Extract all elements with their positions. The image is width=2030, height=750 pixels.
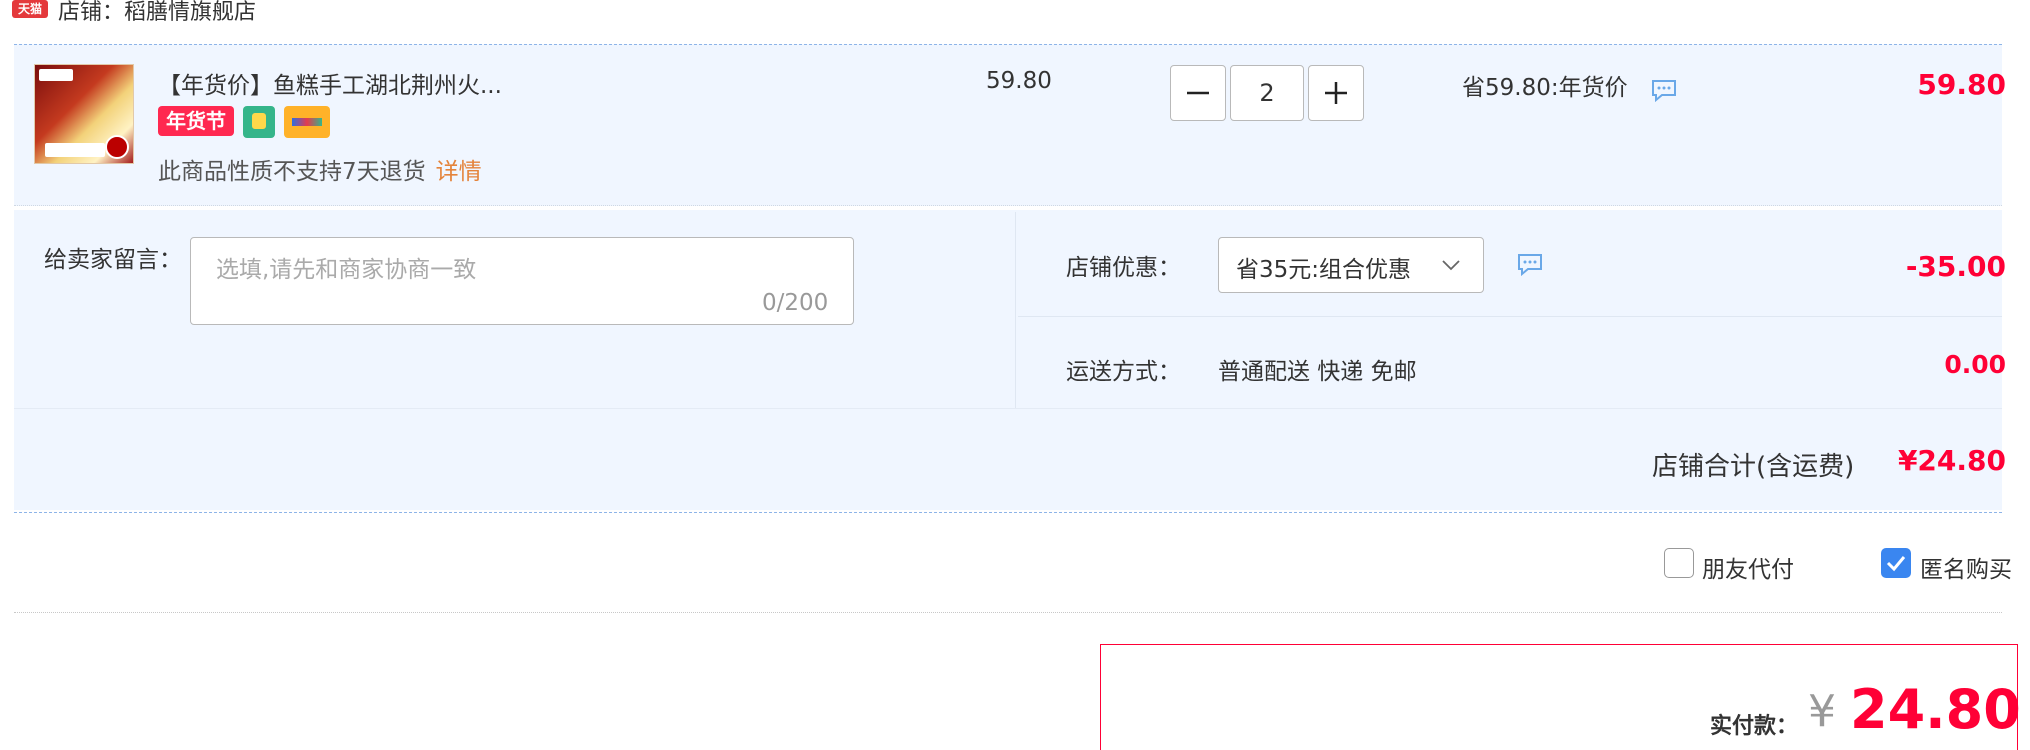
unit-price: 59.80 — [986, 68, 1052, 94]
payment-currency: ¥ — [1808, 686, 1836, 737]
friend-pay-label[interactable]: 朋友代付 — [1702, 550, 1794, 584]
quantity-increase-button[interactable] — [1308, 65, 1364, 121]
no-return-notice: 此商品性质不支持7天退货 详情 — [158, 152, 482, 186]
shipping-label: 运送方式： — [1066, 359, 1181, 385]
check-icon — [1886, 556, 1906, 572]
no-return-text: 此商品性质不支持7天退货 — [158, 159, 426, 185]
thumbnail-tag — [39, 69, 73, 81]
divider — [1018, 316, 2002, 317]
promotion-text: 省59.80:年货价 — [1462, 75, 1628, 101]
coupon-label: 店铺优惠： — [1066, 255, 1181, 281]
product-title[interactable]: 【年货价】鱼糕手工湖北荆州火... — [158, 66, 502, 100]
divider — [14, 408, 2002, 409]
card-badge-icon — [284, 106, 330, 138]
quantity-decrease-button[interactable] — [1170, 65, 1226, 121]
shop-name[interactable]: 店铺：稻膳情旗舰店 — [58, 0, 256, 26]
thumbnail-tag — [45, 143, 105, 157]
divider — [1015, 212, 1016, 408]
payment-label: 实付款： — [1710, 714, 1799, 739]
plus-icon — [1325, 82, 1347, 104]
anonymous-checkbox[interactable] — [1881, 548, 1911, 578]
chat-bubble-icon[interactable] — [1516, 252, 1544, 276]
coupon-selected-value: 省35元:组合优惠 — [1236, 257, 1412, 283]
chat-bubble-icon[interactable] — [1650, 78, 1678, 102]
tmall-badge: 天猫 — [12, 0, 48, 18]
friend-pay-checkbox[interactable] — [1664, 548, 1694, 578]
nianhuo-badge: 年货节 — [158, 106, 234, 136]
service-badge-icon — [243, 106, 275, 138]
anonymous-label[interactable]: 匿名购买 — [1920, 550, 2012, 584]
detail-link[interactable]: 详情 — [436, 159, 482, 185]
payment-amount: 24.80 — [1850, 678, 2021, 741]
shop-total-amount: ¥24.80 — [1897, 444, 2006, 477]
divider — [14, 612, 2002, 613]
message-label: 给卖家留言： — [44, 247, 182, 273]
coupon-discount-amount: -35.00 — [1905, 250, 2006, 283]
product-thumbnail[interactable] — [34, 64, 134, 164]
chevron-down-icon — [1442, 260, 1460, 271]
minus-icon — [1187, 91, 1209, 95]
quantity-input[interactable]: 2 — [1230, 65, 1304, 121]
thumbnail-price-tag — [105, 135, 129, 159]
message-counter: 0/200 — [762, 290, 829, 316]
row-total-price: 59.80 — [1917, 68, 2006, 101]
shipping-method: 普通配送 快递 免邮 — [1218, 359, 1417, 385]
shipping-fee: 0.00 — [1944, 350, 2006, 379]
shop-total-label: 店铺合计(含运费) — [1652, 452, 1855, 482]
message-placeholder: 选填,请先和商家协商一致 — [216, 257, 477, 283]
divider — [14, 512, 2002, 513]
